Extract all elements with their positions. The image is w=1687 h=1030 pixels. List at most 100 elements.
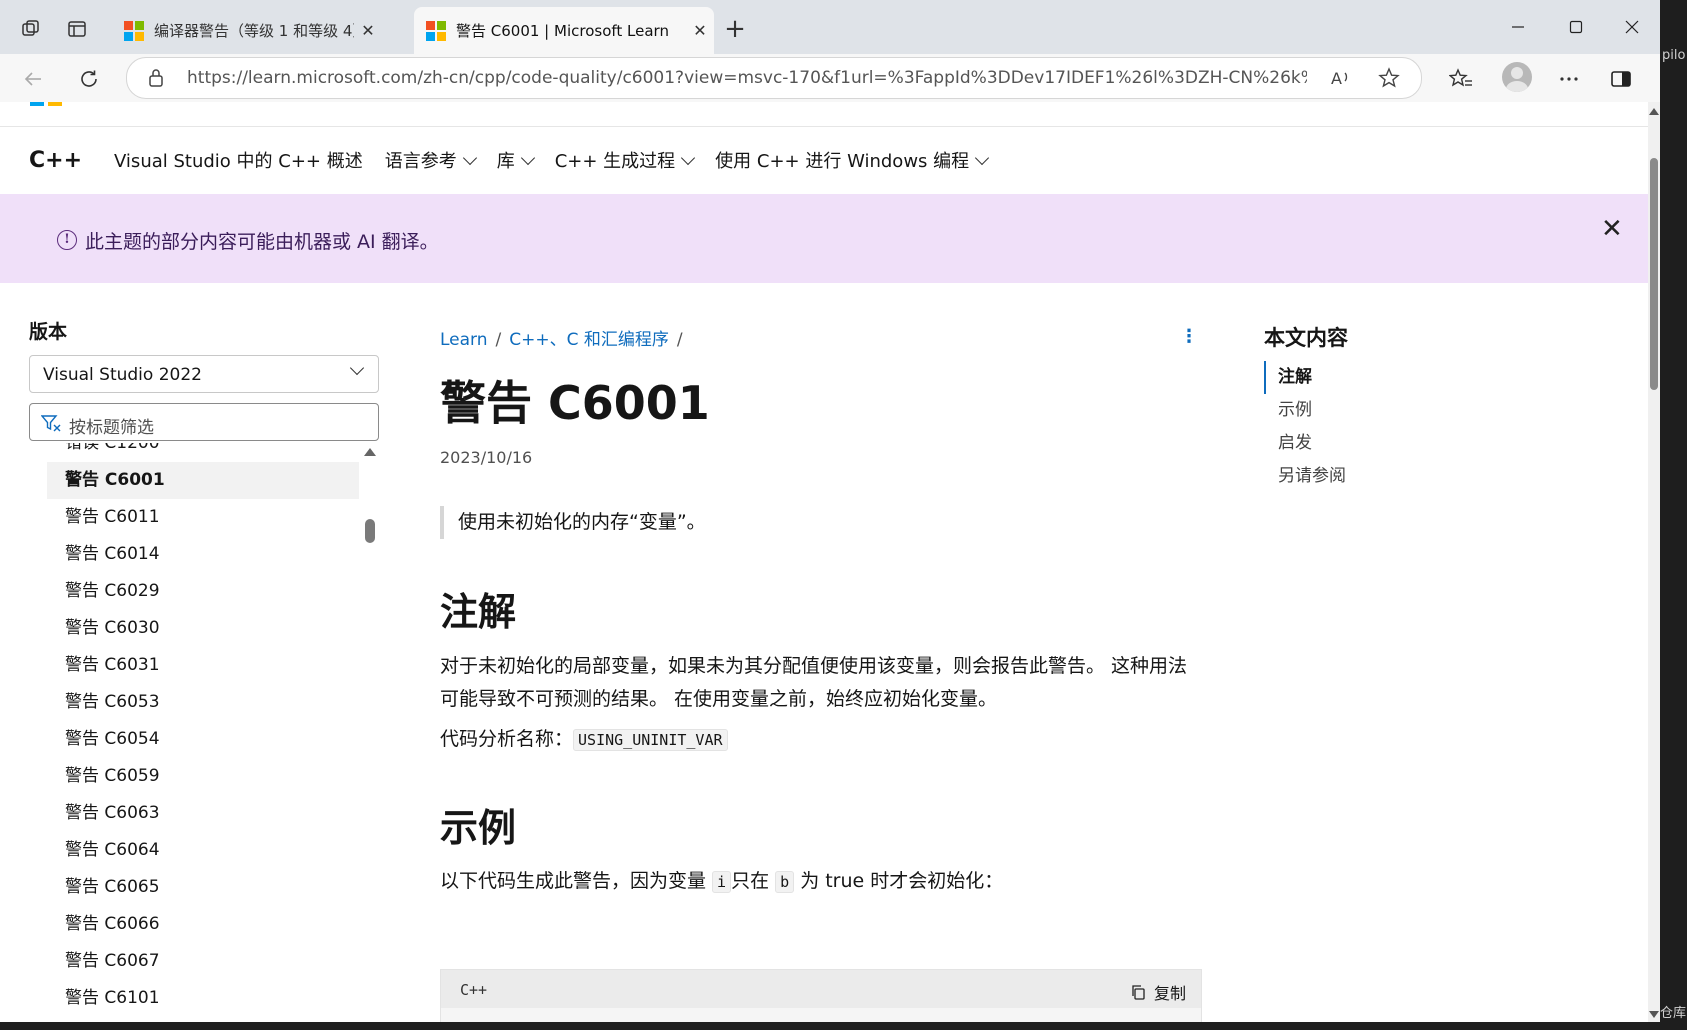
- translation-banner: ! 此主题的部分内容可能由机器或 AI 翻译。 ✕: [0, 194, 1648, 283]
- nav-libraries[interactable]: 库: [497, 147, 535, 173]
- code-header: C++ 复制: [441, 970, 1201, 1008]
- minimize-icon[interactable]: [1492, 10, 1544, 44]
- toc-item[interactable]: 警告 C6014: [47, 536, 359, 573]
- microsoft-logo-icon: [426, 20, 446, 41]
- toc-item[interactable]: 警告 C6101: [47, 980, 359, 1017]
- nav-cpp-overview[interactable]: Visual Studio 中的 C++ 概述: [114, 147, 363, 173]
- rail-title: 本文内容: [1264, 326, 1348, 350]
- toc-scroll-up-icon[interactable]: [364, 448, 376, 456]
- example-text-part: 只在: [731, 870, 776, 892]
- favorite-star-icon[interactable]: [1378, 67, 1400, 93]
- back-icon[interactable]: [16, 62, 50, 96]
- close-banner-button[interactable]: ✕: [1601, 214, 1623, 244]
- vertical-tabs-icon[interactable]: [60, 12, 94, 46]
- version-label: 版本: [29, 321, 68, 343]
- copy-button[interactable]: 复制: [1130, 980, 1186, 1004]
- toc-scrollbar-thumb[interactable]: [365, 519, 375, 543]
- breadcrumb: Learn / C++、C 和汇编程序 /: [440, 325, 691, 350]
- scroll-down-icon[interactable]: [1649, 1011, 1659, 1018]
- info-icon: !: [57, 230, 77, 250]
- scroll-up-icon[interactable]: [1649, 108, 1659, 115]
- site-header: [0, 102, 1648, 127]
- toc-item[interactable]: 警告 C6065: [47, 869, 359, 906]
- scrollbar-thumb[interactable]: [1650, 158, 1658, 390]
- tab-compiler-warnings[interactable]: 编译器警告（等级 1 和等级 4）C ✕: [112, 7, 382, 54]
- read-aloud-icon[interactable]: A: [1330, 67, 1352, 93]
- rail-items: 注解 示例 启发 另请参阅: [1264, 361, 1346, 493]
- analysis-label: 代码分析名称：: [440, 728, 574, 750]
- maximize-icon[interactable]: [1550, 10, 1602, 44]
- toc-item[interactable]: 警告 C6066: [47, 906, 359, 943]
- toc-item[interactable]: 警告 C6064: [47, 832, 359, 869]
- toc-item[interactable]: 警告 C6059: [47, 758, 359, 795]
- breadcrumb-separator: /: [495, 330, 502, 350]
- favorites-icon[interactable]: [1444, 62, 1478, 96]
- copy-icon: [1132, 984, 1145, 1000]
- tab-title: 编译器警告（等级 1 和等级 4）C: [154, 22, 354, 40]
- address-bar[interactable]: https://learn.microsoft.com/zh-cn/cpp/co…: [126, 57, 1422, 99]
- tab-warning-c6001[interactable]: 警告 C6001 | Microsoft Learn ✕: [414, 7, 714, 54]
- sidebar-toggle-icon[interactable]: [1604, 62, 1638, 96]
- close-tab-icon[interactable]: ✕: [354, 21, 382, 40]
- product-nav: C++ Visual Studio 中的 C++ 概述 语言参考 库 C++ 生…: [0, 126, 1648, 195]
- close-window-icon[interactable]: [1606, 10, 1658, 44]
- url-text[interactable]: https://learn.microsoft.com/zh-cn/cpp/co…: [187, 68, 1307, 88]
- toc-item[interactable]: 警告 C6054: [47, 721, 359, 758]
- chevron-down-icon: [349, 360, 365, 376]
- microsoft-logo-icon[interactable]: [30, 102, 62, 106]
- remarks-text: 对于未初始化的局部变量，如果未为其分配值便使用该变量，则会报告此警告。 这种用法…: [440, 655, 1188, 710]
- nav-build-process[interactable]: C++ 生成过程: [555, 147, 696, 173]
- web-page: C++ Visual Studio 中的 C++ 概述 语言参考 库 C++ 生…: [0, 102, 1648, 1022]
- toc-item[interactable]: 警告 C6067: [47, 943, 359, 980]
- toc-item[interactable]: 警告 C6031: [47, 647, 359, 684]
- chevron-down-icon: [520, 150, 535, 165]
- profile-avatar[interactable]: [1502, 62, 1532, 92]
- page-scrollbar[interactable]: [1648, 102, 1660, 1022]
- browser-toolbar: https://learn.microsoft.com/zh-cn/cpp/co…: [0, 54, 1660, 103]
- page-title: 警告 C6001: [440, 376, 710, 430]
- filter-icon: [40, 414, 61, 436]
- lock-icon[interactable]: [147, 68, 165, 92]
- filter-input[interactable]: 按标题筛选: [29, 403, 379, 441]
- example-text: 以下代码生成此警告，因为变量 i 只在 b 为 true 时才会初始化：: [440, 865, 1200, 899]
- toc-item[interactable]: 警告 C6063: [47, 795, 359, 832]
- rail-item-remarks[interactable]: 注解: [1264, 361, 1346, 394]
- rail-item-heuristics[interactable]: 启发: [1264, 427, 1346, 460]
- toc-item[interactable]: 警告 C6011: [47, 499, 359, 536]
- toc-item[interactable]: 警告 C6029: [47, 573, 359, 610]
- more-actions-icon[interactable]: ⋮: [1180, 326, 1198, 347]
- toc-item[interactable]: 警告 C6053: [47, 684, 359, 721]
- example-text-part: 为 true 时才会初始化：: [794, 870, 1004, 892]
- toc-item-selected[interactable]: 警告 C6001: [47, 462, 359, 499]
- analysis-name: 代码分析名称： USING_UNINIT_VAR: [440, 723, 1200, 757]
- rail-item-see-also[interactable]: 另请参阅: [1264, 460, 1346, 493]
- breadcrumb-learn[interactable]: Learn: [440, 330, 488, 350]
- breadcrumb-cpp[interactable]: C++、C 和汇编程序: [509, 330, 669, 350]
- banner-text: 此主题的部分内容可能由机器或 AI 翻译。: [85, 231, 439, 253]
- new-tab-button[interactable]: +: [718, 14, 752, 44]
- browser-window: 编译器警告（等级 1 和等级 4）C ✕ 警告 C6001 | Microsof…: [0, 0, 1660, 1022]
- inline-code-b: b: [775, 871, 795, 893]
- more-menu-icon[interactable]: [1552, 62, 1586, 96]
- breadcrumb-separator: /: [676, 330, 683, 350]
- rail-item-example[interactable]: 示例: [1264, 394, 1346, 427]
- code-language: C++: [460, 981, 488, 999]
- product-brand[interactable]: C++: [29, 148, 82, 173]
- inline-code-i: i: [712, 871, 732, 893]
- version-select[interactable]: Visual Studio 2022: [29, 355, 379, 393]
- close-tab-icon[interactable]: ✕: [686, 21, 714, 40]
- microsoft-logo-icon: [124, 20, 144, 41]
- remarks-heading: 注解: [440, 590, 517, 634]
- toc-item[interactable]: 警告 C6030: [47, 610, 359, 647]
- nav-language-reference[interactable]: 语言参考: [385, 147, 477, 173]
- toc-list: 错误 C1200 警告 C6001 警告 C6011 警告 C6014 警告 C…: [47, 443, 359, 1022]
- tab-title: 警告 C6001 | Microsoft Learn: [456, 22, 669, 40]
- nav-windows-programming[interactable]: 使用 C++ 进行 Windows 编程: [715, 147, 990, 173]
- refresh-icon[interactable]: [72, 62, 106, 96]
- main-content: Learn / C++、C 和汇编程序 / ⋮ 警告 C6001 2023/10/16…: [440, 283, 1202, 1022]
- chevron-down-icon: [681, 150, 696, 165]
- example-heading: 示例: [440, 806, 517, 850]
- workspaces-icon[interactable]: [14, 12, 48, 46]
- toc-item[interactable]: 错误 C1200: [47, 443, 359, 462]
- chevron-down-icon: [975, 150, 990, 165]
